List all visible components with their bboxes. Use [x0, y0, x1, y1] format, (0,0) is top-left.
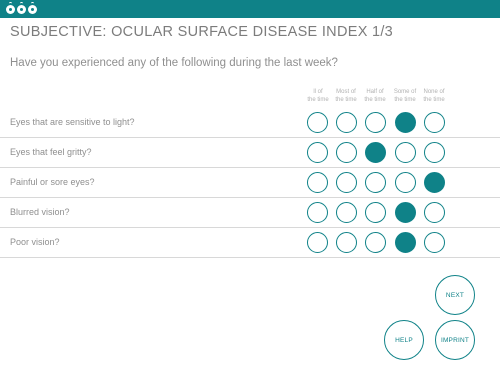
- answer-radio-some[interactable]: [395, 172, 416, 193]
- answer-radio-all[interactable]: [307, 112, 328, 133]
- answer-radio-all[interactable]: [307, 232, 328, 253]
- answer-radio-some[interactable]: [395, 202, 416, 223]
- column-header-none: None of the time: [418, 88, 450, 104]
- answer-radio-most[interactable]: [336, 142, 357, 163]
- answer-radio-none[interactable]: [424, 172, 445, 193]
- column-header-line: the time: [423, 97, 445, 103]
- answer-radio-half[interactable]: [365, 232, 386, 253]
- answer-radio-some[interactable]: [395, 112, 416, 133]
- answer-radio-none[interactable]: [424, 232, 445, 253]
- answer-radio-most[interactable]: [336, 112, 357, 133]
- answer-radio-some[interactable]: [395, 142, 416, 163]
- column-header-line: the time: [364, 97, 386, 103]
- question-row-painful: Painful or sore eyes?: [0, 168, 500, 198]
- answer-radio-none[interactable]: [424, 112, 445, 133]
- question-label: Painful or sore eyes?: [10, 177, 95, 187]
- eye-icon: [6, 2, 15, 14]
- question-label: Eyes that feel gritty?: [10, 147, 92, 157]
- question-row-gritty: Eyes that feel gritty?: [0, 138, 500, 168]
- answer-radio-half[interactable]: [365, 112, 386, 133]
- page-title: SUBJECTIVE: OCULAR SURFACE DISEASE INDEX…: [10, 24, 394, 40]
- question-row-blurred: Blurred vision?: [0, 198, 500, 228]
- question-label: Eyes that are sensitive to light?: [10, 117, 135, 127]
- question-row-poor-vision: Poor vision?: [0, 228, 500, 258]
- question-text: Have you experienced any of the followin…: [10, 57, 338, 69]
- answer-radio-most[interactable]: [336, 172, 357, 193]
- column-header-line: Some of: [393, 89, 417, 95]
- column-header-half: Half of the time: [359, 88, 391, 104]
- next-button[interactable]: NEXT: [435, 275, 475, 315]
- eyes-logo-icon: [6, 2, 37, 14]
- answer-radio-half[interactable]: [365, 202, 386, 223]
- column-header-line: the time: [394, 97, 416, 103]
- column-header-line: Most of: [336, 89, 356, 95]
- question-label: Blurred vision?: [10, 207, 70, 217]
- column-header-line: Half of: [366, 89, 384, 95]
- answer-radio-all[interactable]: [307, 202, 328, 223]
- help-button[interactable]: HELP: [384, 320, 424, 360]
- eye-icon: [17, 2, 26, 14]
- answer-radio-all[interactable]: [307, 142, 328, 163]
- answer-radio-half[interactable]: [365, 172, 386, 193]
- column-header-line: None of: [423, 89, 445, 95]
- eye-icon: [28, 2, 37, 14]
- question-row-light-sensitivity: Eyes that are sensitive to light?: [0, 108, 500, 138]
- column-header-most: Most of the time: [330, 88, 362, 104]
- answer-radio-none[interactable]: [424, 142, 445, 163]
- column-header-some: Some of the time: [389, 88, 421, 104]
- imprint-button[interactable]: IMPRINT: [435, 320, 475, 360]
- top-bar: [0, 0, 500, 18]
- question-label: Poor vision?: [10, 237, 60, 247]
- answer-radio-none[interactable]: [424, 202, 445, 223]
- column-header-line: the time: [335, 97, 357, 103]
- answer-radio-all[interactable]: [307, 172, 328, 193]
- answer-radio-most[interactable]: [336, 232, 357, 253]
- answer-radio-half[interactable]: [365, 142, 386, 163]
- answer-radio-most[interactable]: [336, 202, 357, 223]
- answer-radio-some[interactable]: [395, 232, 416, 253]
